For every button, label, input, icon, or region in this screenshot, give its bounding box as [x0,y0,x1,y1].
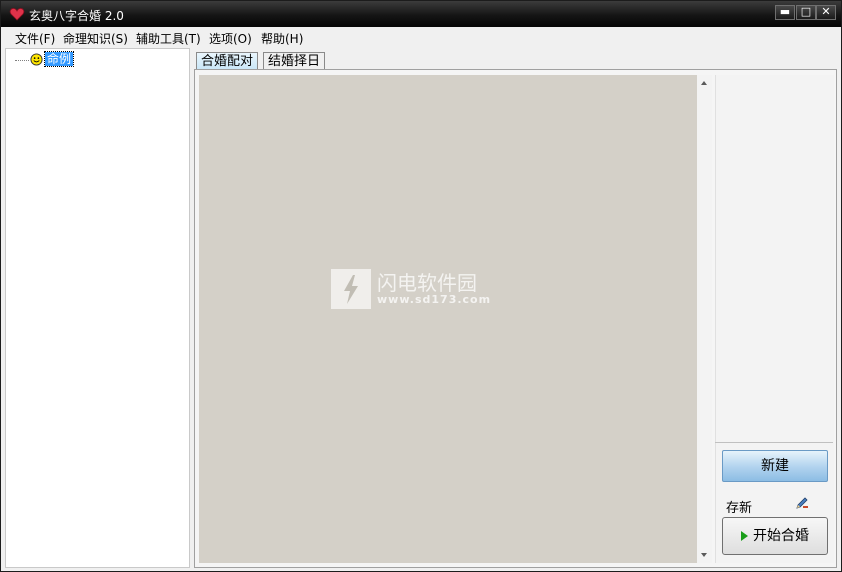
minimize-button[interactable]: ▬ [775,5,795,20]
smiley-icon [30,53,43,66]
save-new-label: 存新 [726,501,753,516]
menu-bar: 文件(F) 命理知识(S) 辅助工具(T) 选项(O) 帮助(H) [1,27,841,48]
window-title: 玄奥八字合婚 2.0 [29,9,124,23]
side-panel [715,75,834,563]
menu-file[interactable]: 文件(F) [15,30,55,47]
close-button[interactable]: ✕ [816,5,836,20]
heart-icon [9,8,25,21]
pen-icon[interactable] [794,495,810,511]
app-window: 玄奥八字合婚 2.0 ▬ □ ✕ 文件(F) 命理知识(S) 辅助工具(T) 选… [0,0,842,572]
side-divider [715,442,833,443]
scroll-down-arrow-icon[interactable] [701,553,707,557]
vertical-scrollbar[interactable] [697,75,712,563]
case-tree[interactable]: 命例 [5,48,190,568]
title-bar[interactable]: 玄奥八字合婚 2.0 ▬ □ ✕ [1,1,841,27]
menu-help[interactable]: 帮助(H) [261,30,303,47]
start-match-button[interactable]: 开始合婚 [722,517,828,555]
play-icon [741,531,748,541]
tab-marriage-match[interactable]: 合婚配对 [196,52,259,70]
tree-connector [15,60,29,61]
new-button[interactable]: 新建 [722,450,828,482]
maximize-button[interactable]: □ [796,5,816,20]
menu-tools[interactable]: 辅助工具(T) [136,30,201,47]
menu-knowledge[interactable]: 命理知识(S) [63,30,128,47]
scroll-up-arrow-icon[interactable] [701,81,707,85]
result-canvas[interactable] [199,75,697,563]
tree-item-case[interactable]: 命例 [43,51,75,67]
menu-options[interactable]: 选项(O) [209,30,252,47]
start-match-label: 开始合婚 [753,528,809,544]
tab-wedding-date[interactable]: 结婚择日 [263,52,326,70]
